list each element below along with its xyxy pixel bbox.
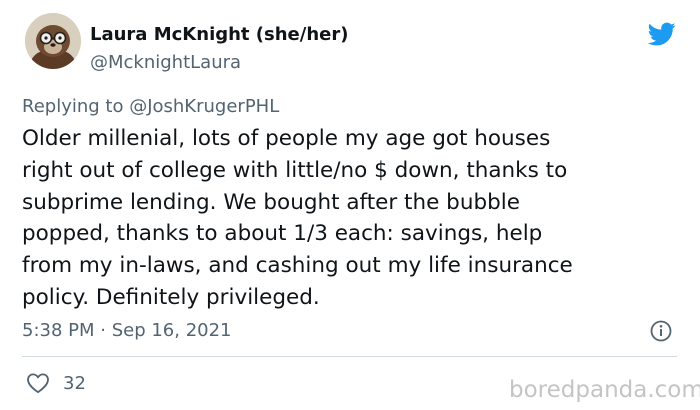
author-handle[interactable]: @McknightLaura — [90, 52, 241, 74]
reply-mention-link[interactable]: @JoshKrugerPHL — [129, 96, 279, 117]
tweet-timestamp[interactable]: 5:38 PM · Sep 16, 2021 — [22, 320, 232, 342]
tweet-text: Older millenial, lots of people my age g… — [22, 126, 573, 310]
divider — [22, 356, 677, 357]
reply-prefix: Replying to — [22, 96, 130, 117]
otter-avatar-icon — [25, 13, 81, 69]
twitter-bird-icon[interactable] — [646, 20, 678, 48]
heart-icon[interactable] — [26, 372, 50, 394]
author-display-name[interactable]: Laura McKnight (she/her) — [90, 24, 348, 46]
avatar[interactable] — [25, 13, 81, 69]
reply-context: Replying to @JoshKrugerPHL — [22, 96, 279, 118]
watermark: boredpanda.com — [509, 377, 700, 403]
info-icon[interactable] — [650, 320, 672, 342]
like-count: 32 — [63, 373, 86, 394]
